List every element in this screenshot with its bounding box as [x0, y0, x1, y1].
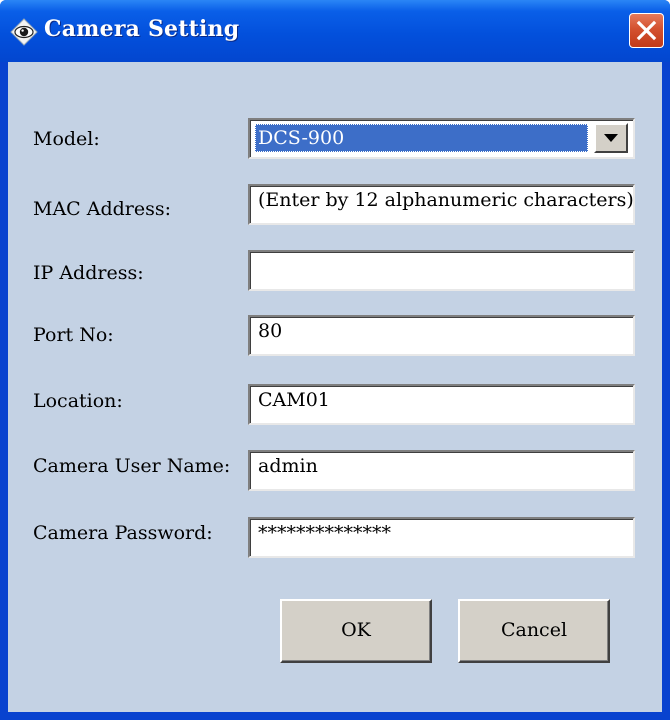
window-title: Camera Setting [44, 16, 240, 42]
port-label: Port No: [33, 324, 114, 346]
model-label: Model: [33, 128, 100, 150]
title-bar[interactable]: Camera Setting [0, 0, 670, 62]
username-label: Camera User Name: [33, 455, 231, 477]
camera-eye-icon [10, 18, 38, 46]
password-label: Camera Password: [33, 522, 213, 544]
model-select[interactable]: DCS-900 [248, 118, 635, 159]
username-field[interactable]: admin [248, 450, 635, 491]
model-selected-value: DCS-900 [255, 124, 588, 152]
ip-address-label: IP Address: [33, 262, 144, 284]
ok-button[interactable]: OK [280, 599, 432, 663]
ip-address-field[interactable] [248, 250, 635, 291]
mac-address-label: MAC Address: [33, 198, 172, 220]
port-field[interactable]: 80 [248, 315, 635, 356]
dialog-body: Model: DCS-900 MAC Address: (Enter by 12… [8, 62, 662, 712]
camera-setting-dialog: Camera Setting Model: DCS-900 MAC Addres… [0, 0, 670, 720]
mac-address-field[interactable]: (Enter by 12 alphanumeric characters) [248, 184, 635, 225]
close-button[interactable] [629, 13, 664, 48]
location-field[interactable]: CAM01 [248, 384, 635, 425]
location-label: Location: [33, 390, 123, 412]
model-dropdown-button[interactable] [594, 123, 628, 153]
cancel-button[interactable]: Cancel [458, 599, 610, 663]
password-field[interactable]: ************** [248, 517, 635, 558]
